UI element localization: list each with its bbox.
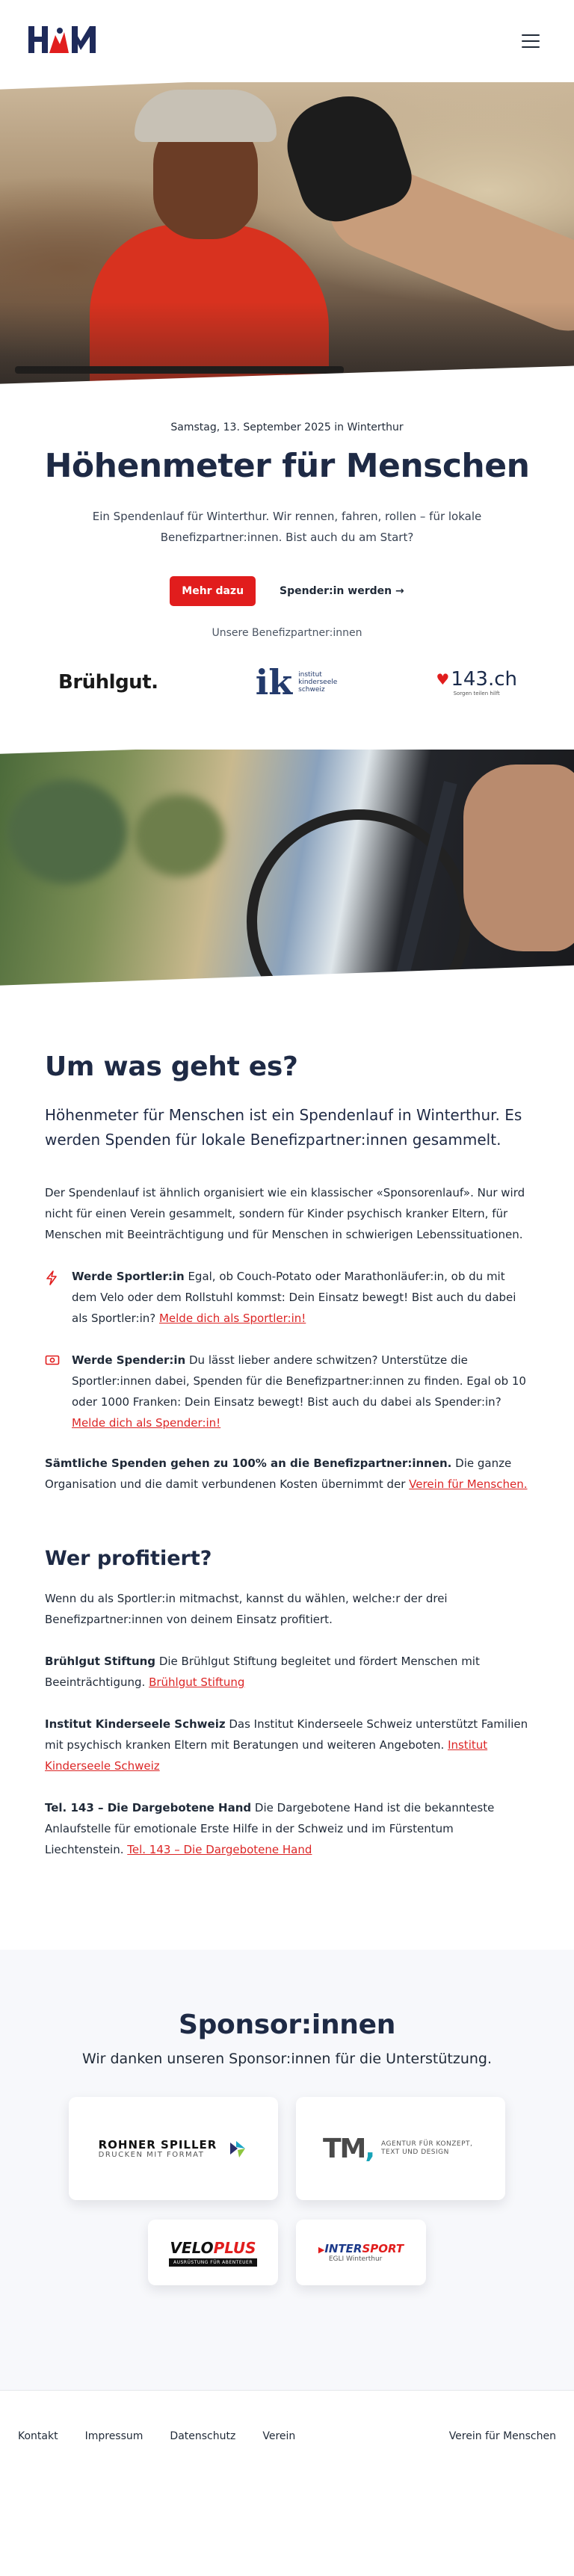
beneficiary-item: Brühlgut Stiftung Die Brühlgut Stiftung …	[45, 1651, 529, 1693]
intersport-logo: ▶INTERSPORT EGLI Winterthur	[318, 2242, 404, 2263]
intersport-name-a: INTER	[324, 2242, 362, 2255]
tm-mark-slash: ,	[365, 2133, 375, 2164]
beneficiary-link-bruehlgut[interactable]: Brühlgut Stiftung	[149, 1675, 244, 1689]
tm-mark: TM,	[322, 2133, 375, 2164]
footer-link-verein[interactable]: Verein	[262, 2430, 295, 2442]
sponsors-subtitle: Wir danken unseren Sponsor:innen für die…	[81, 2051, 493, 2067]
partner-logos: Brühlgut. ik institut kinderseele schwei…	[27, 639, 547, 706]
tm-mark-text: TM	[322, 2133, 366, 2164]
veloplus-name-a: VELO	[170, 2238, 214, 2257]
footer-link-impressum[interactable]: Impressum	[85, 2430, 144, 2442]
logo-143-sub: Sorgen teilen hilft	[453, 691, 500, 696]
feature-athlete-text: Werde Sportler:in Egal, ob Couch-Potato …	[72, 1266, 529, 1329]
partner-logo-kinderseele[interactable]: ik institut kinderseele schweiz	[256, 665, 339, 699]
hero-clip-top	[0, 82, 574, 90]
beneficiaries-intro: Wenn du als Sportler:in mitmachst, kanns…	[45, 1592, 448, 1626]
kinderseele-mark: ik	[255, 662, 293, 702]
sponsor-row: ROHNER SPILLER DRUCKEN MIT FORMAT TM, AG…	[0, 2097, 574, 2200]
intersport-name: ▶INTERSPORT	[318, 2242, 404, 2255]
logo-143-text: 143.ch	[451, 668, 517, 691]
feature-athlete: Werde Sportler:in Egal, ob Couch-Potato …	[45, 1266, 529, 1329]
money-bill-icon	[45, 1350, 61, 1433]
footer-link-verein-fuer-menschen[interactable]: Verein für Menschen	[449, 2430, 556, 2442]
photo-leg	[463, 765, 574, 951]
about-title: Um was geht es?	[45, 1051, 298, 1082]
hm-logo-icon	[28, 26, 96, 53]
logo-143-row: ♥ 143.ch	[436, 668, 517, 691]
about-paragraph: Der Spendenlauf ist ähnlich organisiert …	[45, 1186, 525, 1241]
intro-lead: Ein Spendenlauf für Winterthur. Wir renn…	[92, 510, 482, 544]
kinderseele-text: institut kinderseele schweiz	[298, 671, 338, 694]
site-logo[interactable]	[27, 26, 99, 56]
beneficiary-bold: Brühlgut Stiftung	[45, 1655, 156, 1668]
bike-clip-top	[0, 750, 574, 754]
event-date: Samstag, 13. September 2025 in Winterthu…	[170, 421, 404, 433]
beneficiary-item: Tel. 143 – Die Dargebotene Hand Die Darg…	[45, 1797, 529, 1860]
beneficiaries-title: Wer profitiert?	[45, 1547, 212, 1570]
tm-tag: AGENTUR FÜR KONZEPT, TEXT UND DESIGN	[381, 2140, 473, 2156]
photo-helmet	[135, 90, 277, 142]
sponsor-card-veloplus[interactable]: VELOPLUS AUSRÜSTUNG FÜR ABENTEUER	[148, 2220, 278, 2285]
menu-line	[522, 34, 540, 36]
veloplus-name: VELOPLUS	[170, 2239, 256, 2257]
sponsor-card-tm[interactable]: TM, AGENTUR FÜR KONZEPT, TEXT UND DESIGN	[296, 2097, 505, 2200]
intro-section: Samstag, 13. September 2025 in Winterthu…	[0, 392, 574, 706]
veloplus-tag: AUSRÜSTUNG FÜR ABENTEUER	[168, 2258, 257, 2267]
about-lead: Höhenmeter für Menschen ist ein Spendenl…	[45, 1106, 522, 1149]
more-info-button[interactable]: Mehr dazu	[170, 576, 256, 606]
about-section: Um was geht es? Höhenmeter für Menschen …	[0, 990, 574, 1860]
bike-photo	[0, 750, 574, 990]
lightning-bolt-icon	[45, 1266, 61, 1329]
veloplus-name-b: PLUS	[213, 2238, 256, 2257]
photo-tree	[135, 794, 224, 877]
sponsors-section: Sponsor:innen Wir danken unseren Sponsor…	[0, 1950, 574, 2390]
feature-donor-text: Werde Spender:in Du lässt lieber andere …	[72, 1350, 529, 1433]
feature-donor-bold: Werde Spender:in	[72, 1353, 186, 1367]
feature-athlete-bold: Werde Sportler:in	[72, 1270, 185, 1283]
heart-icon: ♥	[436, 670, 450, 688]
rohner-spiller-mark-icon	[230, 2141, 246, 2158]
footer-link-datenschutz[interactable]: Datenschutz	[170, 2430, 235, 2442]
rohner-spiller-name: ROHNER SPILLER	[98, 2137, 217, 2152]
footer-link-kontakt[interactable]: Kontakt	[18, 2430, 58, 2442]
feature-donor: Werde Spender:in Du lässt lieber andere …	[45, 1350, 529, 1433]
page-title: Höhenmeter für Menschen	[44, 447, 530, 485]
sponsors-title: Sponsor:innen	[178, 2010, 396, 2040]
menu-line	[522, 40, 540, 42]
all-donations-paragraph: Sämtliche Spenden gehen zu 100% an die B…	[45, 1453, 529, 1495]
sponsor-card-intersport[interactable]: ▶INTERSPORT EGLI Winterthur	[296, 2220, 426, 2285]
hamburger-menu-icon[interactable]	[522, 34, 540, 48]
veloplus-logo: VELOPLUS AUSRÜSTUNG FÜR ABENTEUER	[168, 2239, 257, 2267]
rohner-spiller-logo: ROHNER SPILLER DRUCKEN MIT FORMAT	[99, 2138, 249, 2159]
site-footer: Kontakt Impressum Datenschutz Verein Ver…	[0, 2390, 574, 2482]
site-header	[0, 0, 574, 82]
partner-logo-bruehlgut[interactable]: Brühlgut.	[58, 671, 158, 694]
all-donations-bold: Sämtliche Spenden gehen zu 100% an die B…	[45, 1457, 452, 1470]
sponsor-row: VELOPLUS AUSRÜSTUNG FÜR ABENTEUER ▶INTER…	[0, 2220, 574, 2285]
sponsor-card-rohner-spiller[interactable]: ROHNER SPILLER DRUCKEN MIT FORMAT	[69, 2097, 278, 2200]
beneficiary-bold: Institut Kinderseele Schweiz	[45, 1717, 226, 1731]
tm-logo: TM, AGENTUR FÜR KONZEPT, TEXT UND DESIGN	[323, 2134, 478, 2164]
intersport-name-b: SPORT	[362, 2242, 404, 2255]
rohner-spiller-tag: DRUCKEN MIT FORMAT	[98, 2150, 205, 2159]
hero-photo-cyclist-high-five	[0, 82, 574, 392]
photo-tree	[7, 779, 127, 884]
partners-label: Unsere Benefizpartner:innen	[212, 627, 362, 639]
become-donor-link[interactable]: Spender:in werden →	[280, 585, 404, 597]
cta-row: Mehr dazu Spender:in werden →	[27, 576, 547, 606]
menu-line	[522, 46, 540, 48]
beneficiary-item: Institut Kinderseele Schweiz Das Institu…	[45, 1714, 529, 1776]
footer-nav: Kontakt Impressum Datenschutz Verein	[18, 2430, 295, 2442]
partner-logo-143[interactable]: ♥ 143.ch Sorgen teilen hilft	[436, 668, 517, 696]
verein-link[interactable]: Verein für Menschen.	[409, 1477, 527, 1491]
beneficiary-bold: Tel. 143 – Die Dargebotene Hand	[45, 1801, 252, 1814]
register-donor-link[interactable]: Melde dich als Spender:in!	[72, 1416, 220, 1430]
rohner-spiller-text: ROHNER SPILLER DRUCKEN MIT FORMAT	[99, 2139, 217, 2159]
beneficiary-link-143[interactable]: Tel. 143 – Die Dargebotene Hand	[127, 1843, 312, 1856]
register-athlete-link[interactable]: Melde dich als Sportler:in!	[159, 1312, 306, 1325]
intersport-loc: EGLI Winterthur	[328, 2255, 383, 2263]
